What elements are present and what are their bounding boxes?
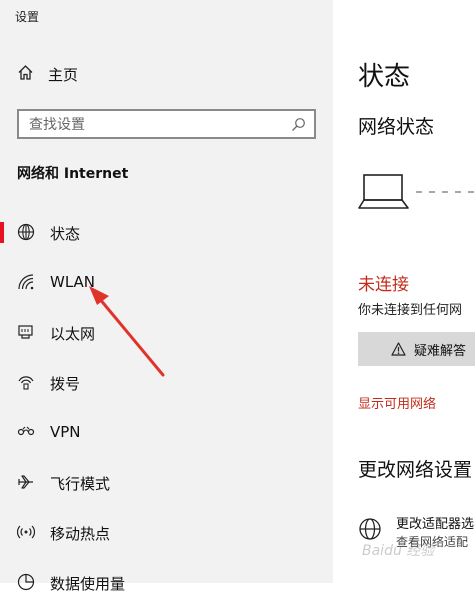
sidebar-item-ethernet[interactable]: 以太网 (0, 312, 333, 352)
search-box[interactable] (17, 109, 316, 139)
sidebar-item-label: 以太网 (50, 325, 96, 343)
connection-status: 未连接 (358, 275, 409, 295)
sidebar-item-label: 飞行模式 (50, 475, 111, 493)
sidebar-item-data-usage[interactable]: 数据使用量 (0, 562, 333, 602)
sidebar-item-label: VPN (50, 423, 81, 441)
troubleshoot-button[interactable]: 疑难解答 (358, 332, 475, 366)
watermark: Baidu 经验 (362, 543, 435, 559)
search-icon[interactable] (291, 117, 306, 136)
sidebar-item-hotspot[interactable]: 移动热点 (0, 512, 333, 552)
home-link[interactable]: 主页 (17, 64, 78, 85)
sidebar-item-label: 数据使用量 (50, 575, 126, 593)
home-icon (17, 64, 34, 85)
warning-icon (391, 342, 406, 356)
page-title: 状态 (358, 62, 411, 92)
troubleshoot-label: 疑难解答 (414, 343, 467, 359)
sidebar: 设置 主页 网络和 Internet 状态 WLAN 以太网 (0, 0, 333, 593)
ethernet-icon (17, 323, 35, 341)
sidebar-item-dialup[interactable]: 拨号 (0, 362, 333, 402)
sidebar-item-airplane[interactable]: 飞行模式 (0, 462, 333, 502)
sidebar-item-label: WLAN (50, 273, 96, 291)
sidebar-item-wlan[interactable]: WLAN (0, 262, 333, 302)
vpn-icon (17, 423, 35, 441)
network-status-heading: 网络状态 (358, 116, 435, 138)
sidebar-item-status[interactable]: 状态 (0, 212, 333, 252)
home-label: 主页 (48, 66, 79, 84)
search-input[interactable] (29, 115, 279, 135)
dialup-icon (17, 373, 35, 391)
app-title: 设置 (15, 10, 40, 24)
hotspot-icon (17, 523, 35, 541)
selection-indicator (0, 222, 4, 243)
connection-status-description: 你未连接到任何网 (358, 303, 463, 318)
main-pane: 状态 网络状态 未连接 你未连接到任何网 疑难解答 显示可用网络 更改网络设置 … (333, 0, 475, 583)
sidebar-item-label: 拨号 (50, 375, 81, 393)
change-network-settings-heading: 更改网络设置 (358, 459, 473, 481)
sidebar-item-label: 状态 (50, 225, 81, 243)
airplane-icon (17, 473, 35, 491)
sidebar-item-label: 移动热点 (50, 525, 111, 543)
show-available-networks-link[interactable]: 显示可用网络 (358, 393, 436, 412)
adapter-title: 更改适配器选 (396, 517, 475, 532)
wifi-icon (17, 273, 35, 291)
section-title: 网络和 Internet (17, 166, 129, 182)
sidebar-item-vpn[interactable]: VPN (0, 412, 333, 452)
globe-icon (17, 223, 35, 241)
data-usage-icon (17, 573, 35, 591)
laptop-icon (358, 172, 475, 221)
